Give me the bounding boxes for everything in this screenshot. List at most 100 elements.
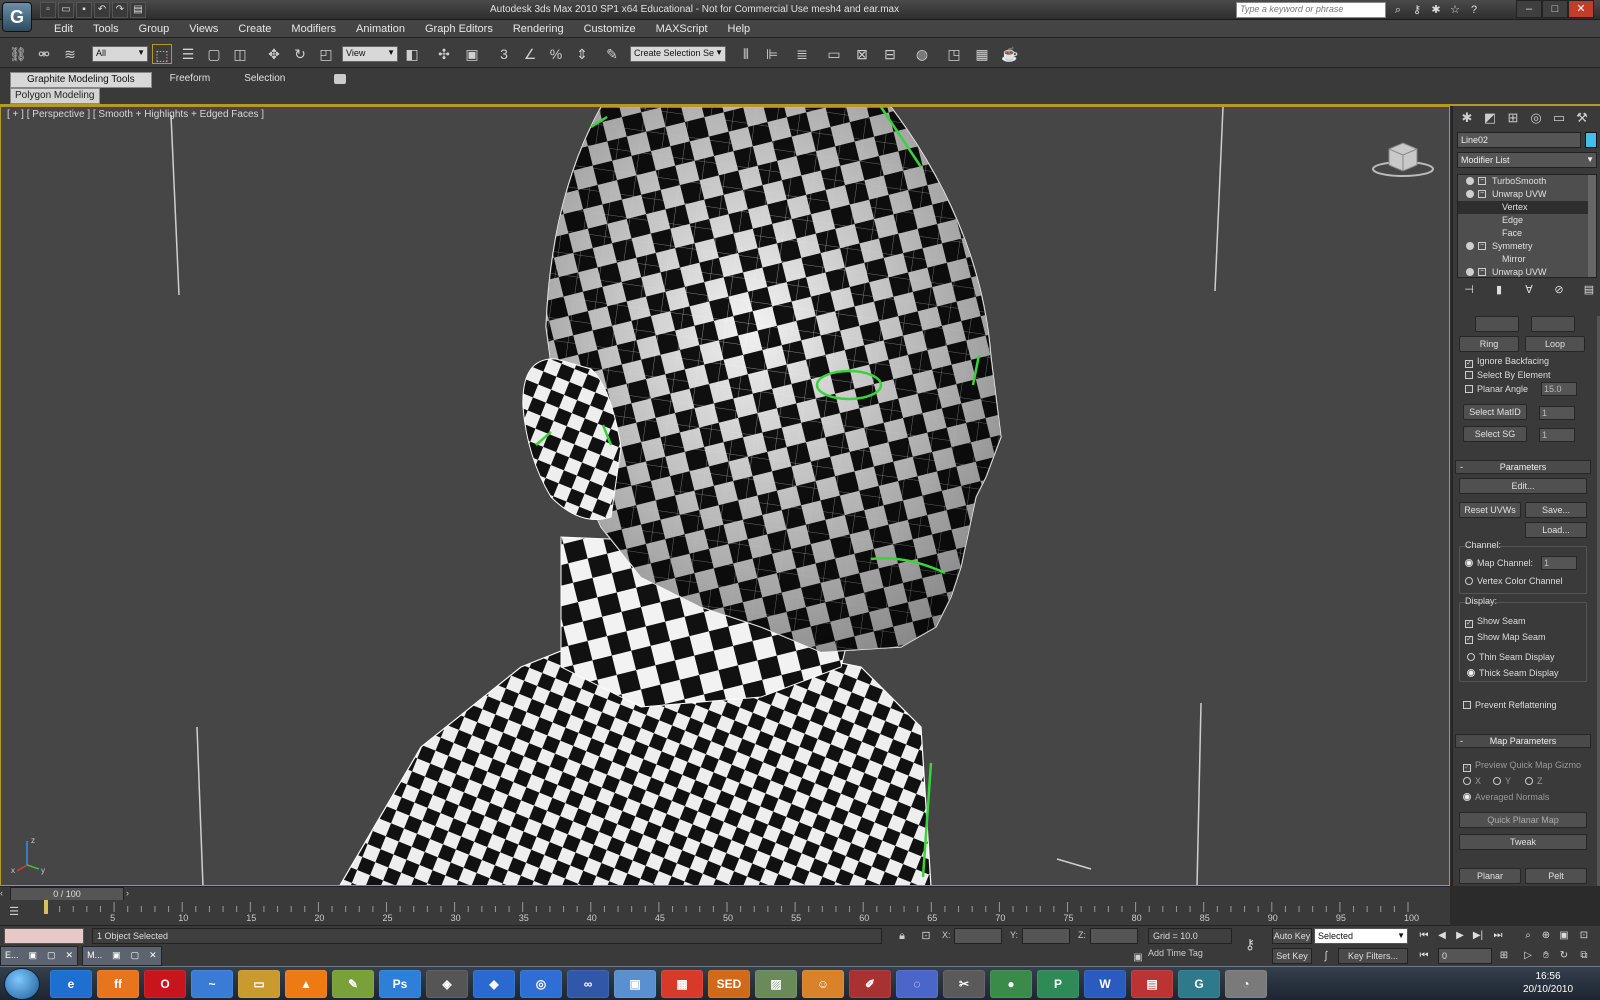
reference-coordinate-dropdown[interactable]: View ▼: [342, 46, 398, 62]
search-input[interactable]: Type a keyword or phrase: [1236, 2, 1386, 18]
thick-seam-radio[interactable]: Thick Seam Display: [1467, 668, 1559, 678]
taskbar-app-icon[interactable]: ✎: [332, 970, 374, 998]
taskbar-app-icon[interactable]: ◌: [896, 970, 938, 998]
menu-animation[interactable]: Animation: [346, 22, 415, 36]
pelt-button[interactable]: Pelt: [1525, 868, 1587, 884]
curve-editor-icon[interactable]: ⊠: [852, 44, 872, 64]
perspective-viewport[interactable]: [ + ] [ Perspective ] [ Smooth + Highlig…: [0, 106, 1450, 886]
select-sg-spinner[interactable]: 1: [1539, 428, 1575, 442]
taskbar-app-icon[interactable]: ●: [990, 970, 1032, 998]
map-channel-spinner[interactable]: 1: [1541, 556, 1577, 570]
taskbar-app-icon[interactable]: ▦: [661, 970, 703, 998]
undo-icon[interactable]: ↶: [94, 2, 110, 18]
window-crossing-icon[interactable]: ◫: [230, 44, 250, 64]
unlink-icon[interactable]: ⚮: [34, 44, 54, 64]
shrink-button[interactable]: [1531, 316, 1575, 332]
taskbar-app-icon[interactable]: P: [1037, 970, 1079, 998]
ignore-backfacing-checkbox[interactable]: ✓ Ignore Backfacing: [1465, 356, 1549, 368]
menu-create[interactable]: Create: [228, 22, 281, 36]
spinner-snap-icon[interactable]: ⇕: [572, 44, 592, 64]
menu-tools[interactable]: Tools: [83, 22, 129, 36]
bind-to-space-warp-icon[interactable]: ≋: [60, 44, 80, 64]
track-bar[interactable]: ☰ 5 10 15 20 25 30 35 40 45 50 55 60 65 70 75 80 85 90 95 1…: [0, 900, 1450, 926]
close-button[interactable]: ✕: [1568, 0, 1594, 18]
stack-modifier-item[interactable]: − Unwrap UVW: [1458, 266, 1596, 277]
field-of-view-icon[interactable]: ▷: [1520, 948, 1536, 964]
menu-customize[interactable]: Customize: [574, 22, 646, 36]
averaged-normals-radio[interactable]: Averaged Normals: [1463, 792, 1549, 802]
percent-snap-icon[interactable]: %: [546, 44, 566, 64]
taskbar-app-icon[interactable]: O: [144, 970, 186, 998]
minimize-button[interactable]: –: [1516, 0, 1542, 18]
maxscript-listener-mini[interactable]: [4, 928, 84, 944]
stack-subobject-item[interactable]: Edge: [1458, 214, 1596, 227]
menu-group[interactable]: Group: [129, 22, 180, 36]
taskbar-app-icon[interactable]: SED: [708, 970, 750, 998]
select-and-link-icon[interactable]: ⛓: [8, 44, 28, 64]
start-button[interactable]: [4, 968, 40, 1000]
mdi-maximize-icon[interactable]: ▢: [47, 950, 56, 962]
ring-button[interactable]: Ring: [1459, 336, 1519, 352]
pivot-center-icon[interactable]: ◧: [402, 44, 422, 64]
render-setup-icon[interactable]: ◳: [944, 44, 964, 64]
motion-tab-icon[interactable]: ◎: [1526, 108, 1546, 128]
stack-modifier-item[interactable]: − TurboSmooth: [1458, 175, 1596, 188]
remove-modifier-icon[interactable]: ⊘: [1549, 282, 1569, 298]
set-key-mode-icon[interactable]: ⚷: [1240, 934, 1260, 954]
taskbar-app-icon[interactable]: ▨: [755, 970, 797, 998]
align-icon[interactable]: ⊫: [762, 44, 782, 64]
select-object-icon[interactable]: ⬚: [152, 44, 172, 64]
help-icon[interactable]: ?: [1466, 2, 1482, 18]
modifier-toggle-icon[interactable]: [1466, 190, 1474, 198]
next-frame-icon[interactable]: ▶|: [1470, 928, 1486, 944]
mdi-restore-icon[interactable]: ▣: [29, 950, 38, 962]
key-mode-icon[interactable]: ⏮︎: [1416, 948, 1432, 964]
time-tag-icon[interactable]: ▣: [1128, 948, 1148, 968]
show-seam-checkbox[interactable]: ✓ Show Seam: [1465, 616, 1526, 628]
select-matid-button[interactable]: Select MatID: [1463, 404, 1527, 420]
edit-named-selection-icon[interactable]: ✎: [602, 44, 622, 64]
maximize-viewport-icon[interactable]: ⧉: [1576, 948, 1592, 964]
menu-views[interactable]: Views: [179, 22, 228, 36]
stack-subobject-item[interactable]: Mirror: [1458, 253, 1596, 266]
ribbon-minimize-icon[interactable]: [334, 74, 346, 84]
taskbar-app-icon[interactable]: ff: [97, 970, 139, 998]
zoom-extents-icon[interactable]: ▣: [1556, 928, 1572, 944]
taskbar-app-icon[interactable]: ▣: [614, 970, 656, 998]
taskbar-app-icon[interactable]: ~: [191, 970, 233, 998]
zoom-extents-all-icon[interactable]: ⊡: [1576, 928, 1592, 944]
ribbon-panel-polygon-modeling[interactable]: Polygon Modeling: [10, 88, 100, 104]
current-frame-marker[interactable]: [44, 900, 48, 914]
taskbar-app-icon[interactable]: ▤: [1131, 970, 1173, 998]
selection-lock-icon[interactable]: 🔒︎: [892, 926, 912, 946]
select-matid-spinner[interactable]: 1: [1539, 406, 1575, 420]
selection-filter-dropdown[interactable]: All ▼: [92, 46, 148, 62]
create-tab-icon[interactable]: ✱: [1457, 108, 1477, 128]
select-sg-button[interactable]: Select SG: [1463, 426, 1527, 442]
load-uvw-button[interactable]: Load...: [1525, 522, 1587, 538]
expand-icon[interactable]: −: [1478, 268, 1486, 276]
configure-sets-icon[interactable]: ▤: [1579, 282, 1599, 298]
menu-rendering[interactable]: Rendering: [503, 22, 574, 36]
subscription-icon[interactable]: ✱: [1428, 2, 1444, 18]
quick-planar-map-button[interactable]: Quick Planar Map: [1459, 812, 1587, 828]
time-slider[interactable]: 0 / 100: [10, 887, 124, 901]
manipulate-icon[interactable]: ✣: [434, 44, 454, 64]
taskbar-app-icon[interactable]: ◆: [473, 970, 515, 998]
schematic-view-icon[interactable]: ⊟: [880, 44, 900, 64]
planar-angle-spinner[interactable]: 15.0: [1541, 382, 1577, 396]
time-slider-prev-icon[interactable]: ‹: [0, 888, 3, 898]
previous-frame-icon[interactable]: ◀: [1434, 928, 1450, 944]
menu-help[interactable]: Help: [718, 22, 761, 36]
modify-tab-icon[interactable]: ◩: [1480, 108, 1500, 128]
taskbar-app-icon[interactable]: ▭: [238, 970, 280, 998]
rendered-frame-icon[interactable]: ▦: [972, 44, 992, 64]
save-uvw-button[interactable]: Save...: [1525, 502, 1587, 518]
preview-gizmo-checkbox[interactable]: ✓ Preview Quick Map Gizmo: [1463, 760, 1581, 772]
project-folder-icon[interactable]: ▤: [130, 2, 146, 18]
stack-modifier-item[interactable]: − Unwrap UVW: [1458, 188, 1596, 201]
stack-modifier-item[interactable]: − Symmetry: [1458, 240, 1596, 253]
taskbar-app-icon[interactable]: W: [1084, 970, 1126, 998]
expand-icon[interactable]: −: [1478, 242, 1486, 250]
modifier-toggle-icon[interactable]: [1466, 268, 1474, 276]
